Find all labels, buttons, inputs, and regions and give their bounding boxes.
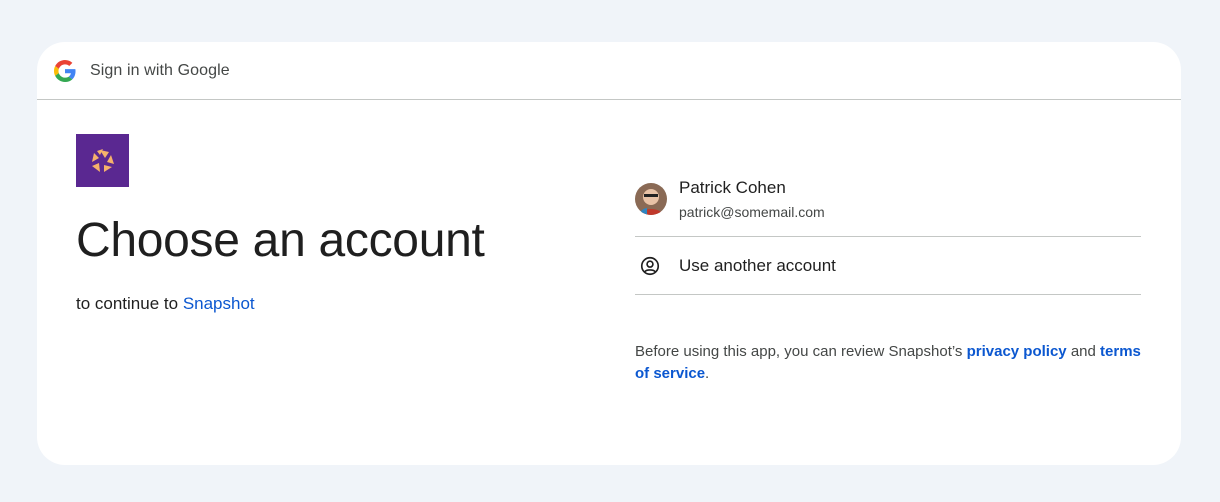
- page-title: Choose an account: [76, 214, 485, 267]
- use-another-account-label: Use another account: [679, 255, 836, 275]
- header-title: Sign in with Google: [90, 61, 230, 79]
- person-circle-icon: [640, 256, 660, 275]
- header-bar: Sign in with Google: [37, 42, 1181, 100]
- app-name-link[interactable]: Snapshot: [183, 294, 255, 313]
- subline-prefix: to continue to: [76, 293, 179, 313]
- snapshot-app-icon: [91, 148, 114, 172]
- user-avatar: [635, 183, 667, 215]
- policy-notice: Before using this app, you can review Sn…: [635, 341, 1141, 385]
- account-text: Patrick Cohen patrick@somemail.com: [679, 178, 825, 220]
- account-name: Patrick Cohen: [679, 178, 786, 197]
- policy-suffix: .: [705, 365, 710, 382]
- continue-subline: to continue to Snapshot: [76, 294, 576, 314]
- use-another-account-button[interactable]: Use another account: [635, 237, 1141, 295]
- policy-middle: and: [1070, 343, 1096, 360]
- sign-in-card: Sign in with Google Choose an account to…: [37, 42, 1181, 465]
- right-panel: Patrick Cohen patrick@somemail.com Use a…: [635, 170, 1141, 385]
- account-item[interactable]: Patrick Cohen patrick@somemail.com: [635, 170, 1141, 237]
- account-email: patrick@somemail.com: [679, 204, 825, 220]
- google-g-icon: [54, 59, 76, 82]
- policy-prefix: Before using this app, you can review Sn…: [635, 343, 963, 360]
- privacy-policy-link[interactable]: privacy policy: [967, 343, 1067, 360]
- app-logo: [76, 134, 129, 187]
- left-panel: Choose an account to continue to Snapsho…: [76, 134, 576, 314]
